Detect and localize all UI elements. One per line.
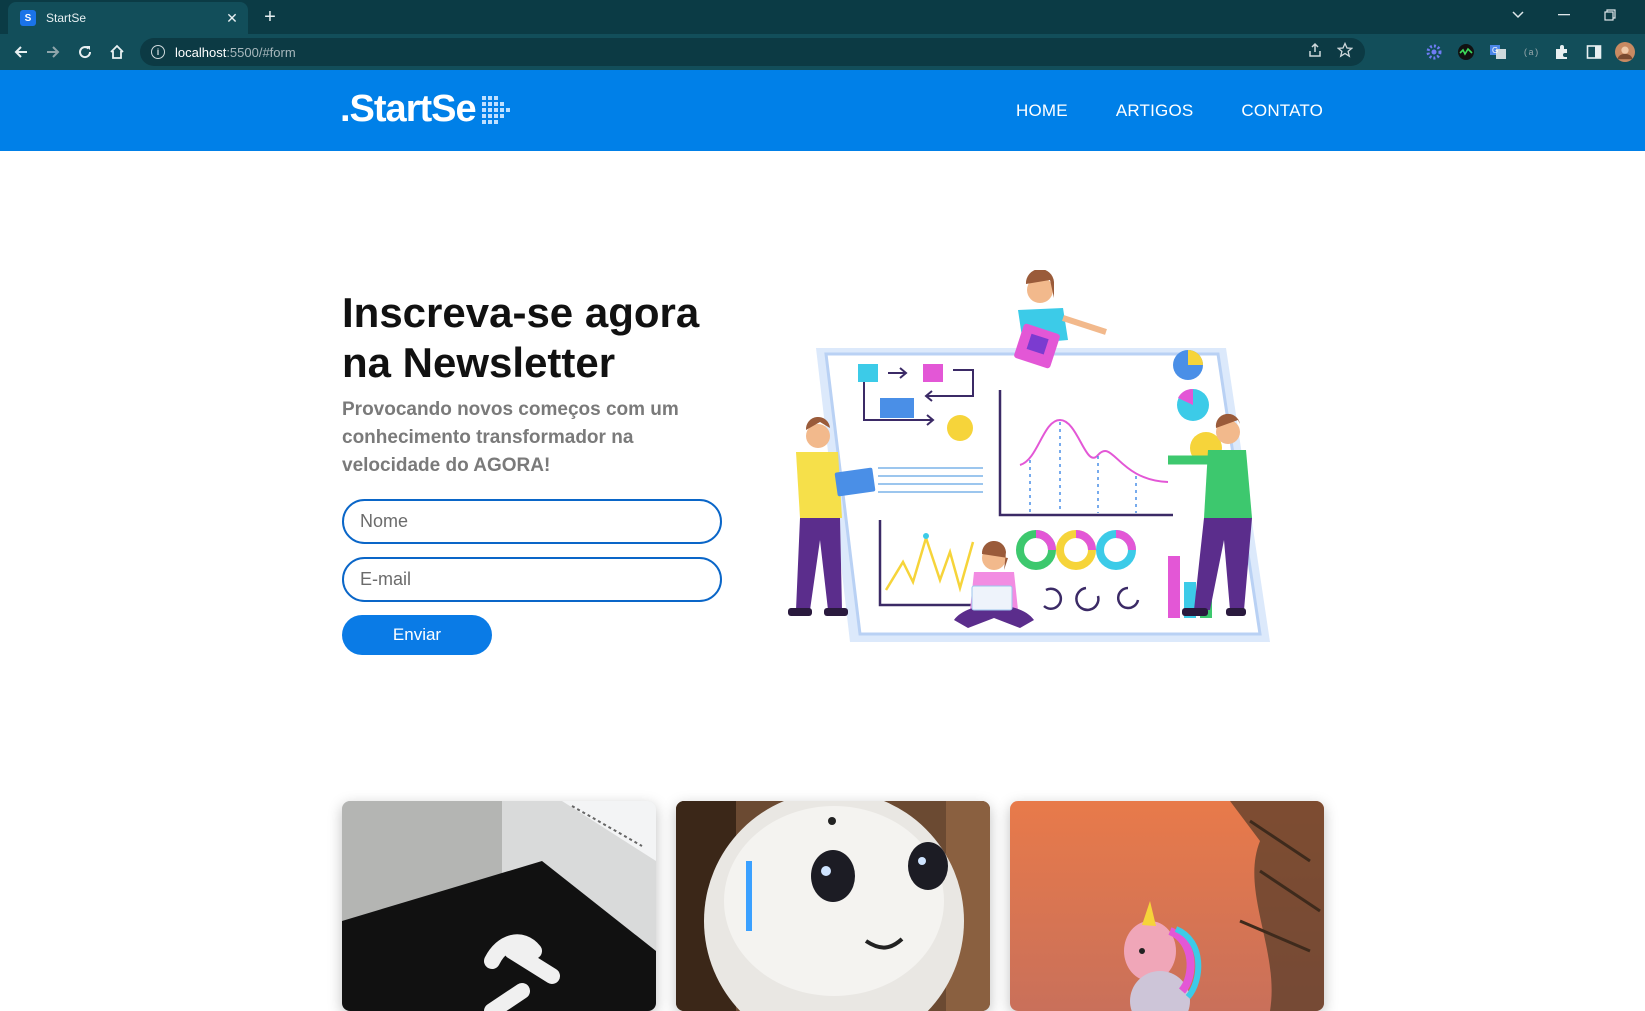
site-info-icon[interactable]: i bbox=[151, 45, 165, 59]
logo-arrow-icon bbox=[481, 96, 510, 124]
nav-home[interactable]: HOME bbox=[1016, 101, 1068, 121]
site-header: .StartSe HOME ARTIGOS CONTATO bbox=[0, 70, 1645, 151]
bookmark-star-icon[interactable] bbox=[1336, 41, 1354, 63]
nav-artigos[interactable]: ARTIGOS bbox=[1116, 101, 1194, 121]
restore-icon[interactable] bbox=[1587, 0, 1633, 30]
email-input[interactable] bbox=[342, 557, 722, 602]
tab-title: StartSe bbox=[46, 11, 87, 25]
translate-icon[interactable]: G bbox=[1488, 42, 1508, 62]
article-card[interactable] bbox=[342, 801, 656, 1011]
side-panel-icon[interactable] bbox=[1584, 42, 1604, 62]
title-line-2: na Newsletter bbox=[342, 339, 616, 386]
title-line-1: Inscreva-se agora bbox=[342, 289, 700, 336]
profile-avatar-icon[interactable] bbox=[1615, 42, 1635, 62]
tab-search-icon[interactable] bbox=[1495, 0, 1541, 30]
browser-tab-strip: S StartSe ✕ + bbox=[0, 0, 1645, 34]
team-analytics-illustration bbox=[788, 270, 1270, 642]
extension-code-icon[interactable]: (a) bbox=[1520, 42, 1540, 62]
new-tab-icon[interactable]: + bbox=[258, 5, 282, 29]
extension-gear-icon[interactable] bbox=[1424, 42, 1444, 62]
browser-toolbar: i localhost:5500/#form G (a) bbox=[0, 34, 1645, 70]
article-card[interactable] bbox=[1010, 801, 1324, 1011]
browser-tab[interactable]: S StartSe ✕ bbox=[8, 2, 248, 34]
forward-icon[interactable] bbox=[40, 39, 66, 65]
name-input[interactable] bbox=[342, 499, 722, 544]
nav-contato[interactable]: CONTATO bbox=[1241, 101, 1323, 121]
laptop-photo bbox=[342, 801, 656, 1011]
close-tab-icon[interactable]: ✕ bbox=[222, 8, 242, 28]
svg-text:G: G bbox=[1492, 46, 1498, 55]
minimize-icon[interactable] bbox=[1541, 0, 1587, 30]
back-icon[interactable] bbox=[8, 39, 34, 65]
address-bar[interactable]: i localhost:5500/#form bbox=[140, 38, 1365, 66]
reload-icon[interactable] bbox=[72, 39, 98, 65]
page-subtitle: Provocando novos começos com um conhecim… bbox=[342, 399, 679, 476]
extensions-puzzle-icon[interactable] bbox=[1552, 42, 1572, 62]
url-text: localhost:5500/#form bbox=[175, 44, 296, 60]
robot-photo bbox=[676, 801, 990, 1011]
home-icon[interactable] bbox=[104, 39, 130, 65]
startse-logo[interactable]: .StartSe bbox=[340, 84, 520, 134]
extension-monitor-icon[interactable] bbox=[1456, 42, 1476, 62]
unicorn-photo bbox=[1010, 801, 1324, 1011]
submit-button[interactable]: Enviar bbox=[342, 615, 492, 655]
site-favicon-icon: S bbox=[20, 10, 36, 26]
article-card[interactable] bbox=[676, 801, 990, 1011]
share-icon[interactable] bbox=[1307, 42, 1323, 63]
svg-text:(a): (a) bbox=[1523, 48, 1539, 58]
page-title: Inscreva-se agora na Newsletter bbox=[342, 288, 762, 388]
logo-text: .StartSe bbox=[340, 87, 477, 130]
main-nav: HOME ARTIGOS CONTATO bbox=[1016, 70, 1323, 151]
